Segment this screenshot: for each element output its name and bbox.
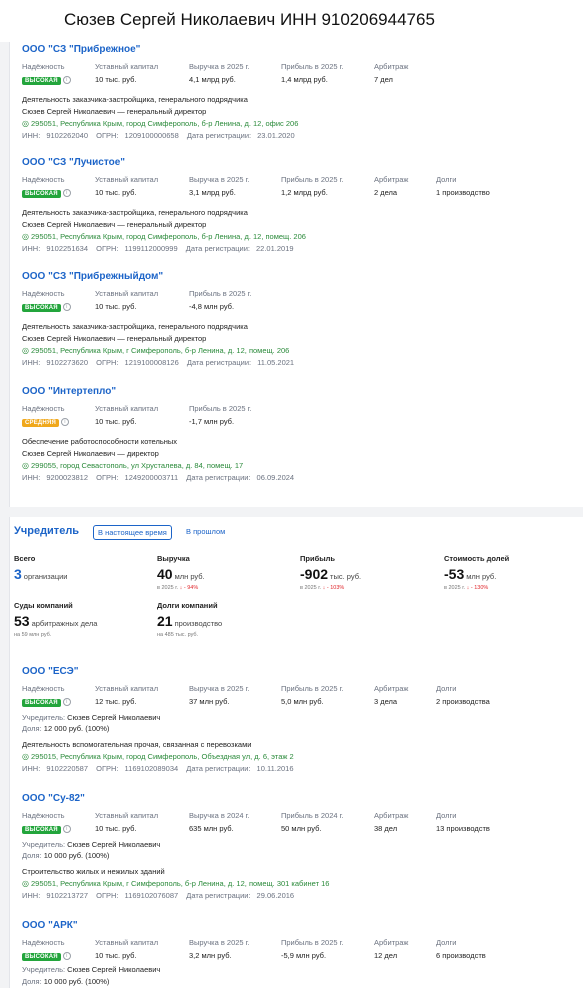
location-pin-icon: ◎ [22, 879, 29, 888]
stat-profit: Прибыль -902 тыс. руб. в 2025 г. ↓ - 103% [300, 554, 362, 591]
company-name-link[interactable]: ООО "Су-82" [22, 793, 85, 804]
reliability-badge: ВЫСОКАЯ [22, 826, 61, 834]
share-line: Доля: 10 000 руб. (100%) [22, 977, 110, 986]
address-line: ◎ 295051, Республика Крым, г Симферополь,… [22, 879, 330, 888]
founder-line: Учредитель: Сюзев Сергей Николаевич [22, 713, 161, 722]
activity-text: Обеспечение работоспособности котельных [22, 437, 178, 446]
company-card: ООО "СЗ "Прибрежныйдом" Надёжность ВЫСОК… [22, 271, 572, 371]
company-ids: ИНН: 9102220587 ОГРН: 1169102089034 Дата р… [22, 764, 294, 773]
activity-text: Деятельность заказчика-застройщика, гене… [22, 95, 248, 104]
company-card: ООО "АРК" Надёжность ВЫСОКАЯ i Уставный к… [22, 920, 486, 986]
info-icon[interactable]: i [62, 76, 71, 85]
arbitration-col: Арбитраж 7 дел [374, 62, 409, 84]
info-icon[interactable]: i [62, 303, 71, 312]
address-line: ◎ 295051, Республика Крым, город Симфероп… [22, 232, 306, 241]
founder-line: Учредитель: Сюзев Сергей Николаевич [22, 840, 161, 849]
address-line: ◎ 295051, Республика Крым, город Симфероп… [22, 119, 299, 128]
reliability-col: Надёжность ВЫСОКАЯ i [22, 62, 71, 85]
address-line: ◎ 299055, город Севастополь, ул Хрусталев… [22, 461, 244, 470]
revenue-col: Выручка в 2025 г. 4,1 млрд руб. [189, 62, 250, 84]
share-line: Доля: 10 000 руб. (100%) [22, 851, 110, 860]
stat-total: Всего 3 организации [14, 554, 68, 582]
activity-text: Строительство жилых и нежилых зданий [22, 867, 165, 876]
company-card: ООО "Интертепло" Надёжность СРЕДНЯЯ i Уст… [22, 386, 572, 486]
share-line: Доля: 12 000 руб. (100%) [22, 724, 110, 733]
info-icon[interactable]: i [62, 189, 71, 198]
activity-text: Деятельность заказчика-застройщика, гене… [22, 322, 248, 331]
company-card: ООО "СЗ "Прибрежное" Надёжность ВЫСОКАЯ i… [22, 44, 572, 144]
company-card: ООО "Су-82" Надёжность ВЫСОКАЯ i Уставный… [22, 793, 490, 900]
company-ids: ИНН: 9200023812 ОГРН: 1249200003711 Дата р… [22, 473, 295, 482]
tab-past[interactable]: В прошлом [182, 525, 229, 538]
reliability-badge: ВЫСОКАЯ [22, 77, 61, 85]
company-card: ООО "ЕСЭ" Надёжность ВЫСОКАЯ i Уставный к… [22, 666, 490, 773]
founder-line: Учредитель: Сюзев Сергей Николаевич [22, 965, 161, 974]
page-title: Сюзев Сергей Николаевич ИНН 910206944765 [64, 10, 435, 29]
stat-courts: Суды компаний 53 арбитражных дела на 59 м… [14, 601, 98, 638]
activity-text: Деятельность заказчика-застройщика, гене… [22, 208, 248, 217]
info-icon[interactable]: i [60, 418, 69, 427]
reliability-badge: ВЫСОКАЯ [22, 304, 61, 312]
address-line: ◎ 295051, Республика Крым, г Симферополь,… [22, 346, 290, 355]
address-line: ◎ 295015, Республика Крым, город Симфероп… [22, 752, 294, 761]
activity-text: Деятельность вспомогательная прочая, свя… [22, 740, 252, 749]
tab-current[interactable]: В настоящее время [93, 525, 172, 540]
reliability-badge: ВЫСОКАЯ [22, 953, 61, 961]
person-text: Сюзев Сергей Николаевич — генеральный ди… [22, 107, 207, 116]
location-pin-icon: ◎ [22, 461, 29, 470]
info-icon[interactable]: i [62, 952, 71, 961]
director-companies-panel: ООО "СЗ "Прибрежное" Надёжность ВЫСОКАЯ i… [9, 42, 583, 507]
location-pin-icon: ◎ [22, 232, 29, 241]
location-pin-icon: ◎ [22, 346, 29, 355]
info-icon[interactable]: i [62, 698, 71, 707]
company-name-link[interactable]: ООО "ЕСЭ" [22, 666, 78, 677]
founder-panel: Учредитель В настоящее время В прошлом В… [9, 517, 583, 988]
stat-revenue: Выручка 40 млн руб. в 2025 г. ↓ - 94% [157, 554, 205, 591]
reliability-badge: ВЫСОКАЯ [22, 699, 61, 707]
company-name-link[interactable]: ООО "АРК" [22, 920, 78, 931]
stat-shares: Стоимость долей -53 млн руб. в 2025 г. ↓ … [444, 554, 510, 591]
capital-col: Уставный капитал 10 тыс. руб. [95, 62, 159, 84]
info-icon[interactable]: i [62, 825, 71, 834]
company-name-link[interactable]: ООО "Интертепло" [22, 386, 116, 397]
company-name-link[interactable]: ООО "СЗ "Прибрежныйдом" [22, 271, 163, 282]
reliability-badge: СРЕДНЯЯ [22, 419, 59, 427]
company-name-link[interactable]: ООО "СЗ "Прибрежное" [22, 44, 140, 55]
section-title: Учредитель [14, 525, 80, 537]
stat-debts: Долги компаний 21 производство на 485 тыс… [157, 601, 223, 638]
company-ids: ИНН: 9102262040 ОГРН: 1209100000658 Дата р… [22, 131, 295, 140]
company-ids: ИНН: 9102213727 ОГРН: 1169102076087 Дата р… [22, 891, 295, 900]
page-header: Сюзев Сергей Николаевич ИНН 910206944765 [0, 0, 583, 42]
location-pin-icon: ◎ [22, 119, 29, 128]
person-text: Сюзев Сергей Николаевич — генеральный ди… [22, 334, 207, 343]
location-pin-icon: ◎ [22, 752, 29, 761]
company-name-link[interactable]: ООО "СЗ "Лучистое" [22, 157, 125, 168]
profit-col: Прибыль в 2025 г. 1,4 млрд руб. [281, 62, 344, 84]
company-ids: ИНН: 9102251634 ОГРН: 1199112000999 Дата р… [22, 244, 294, 253]
company-ids: ИНН: 9102273620 ОГРН: 1219100008126 Дата р… [22, 358, 295, 367]
company-card: ООО "СЗ "Лучистое" Надёжность ВЫСОКАЯ i У… [22, 157, 490, 253]
reliability-badge: ВЫСОКАЯ [22, 190, 61, 198]
person-text: Сюзев Сергей Николаевич — генеральный ди… [22, 220, 207, 229]
person-text: Сюзев Сергей Николаевич — директор [22, 449, 159, 458]
